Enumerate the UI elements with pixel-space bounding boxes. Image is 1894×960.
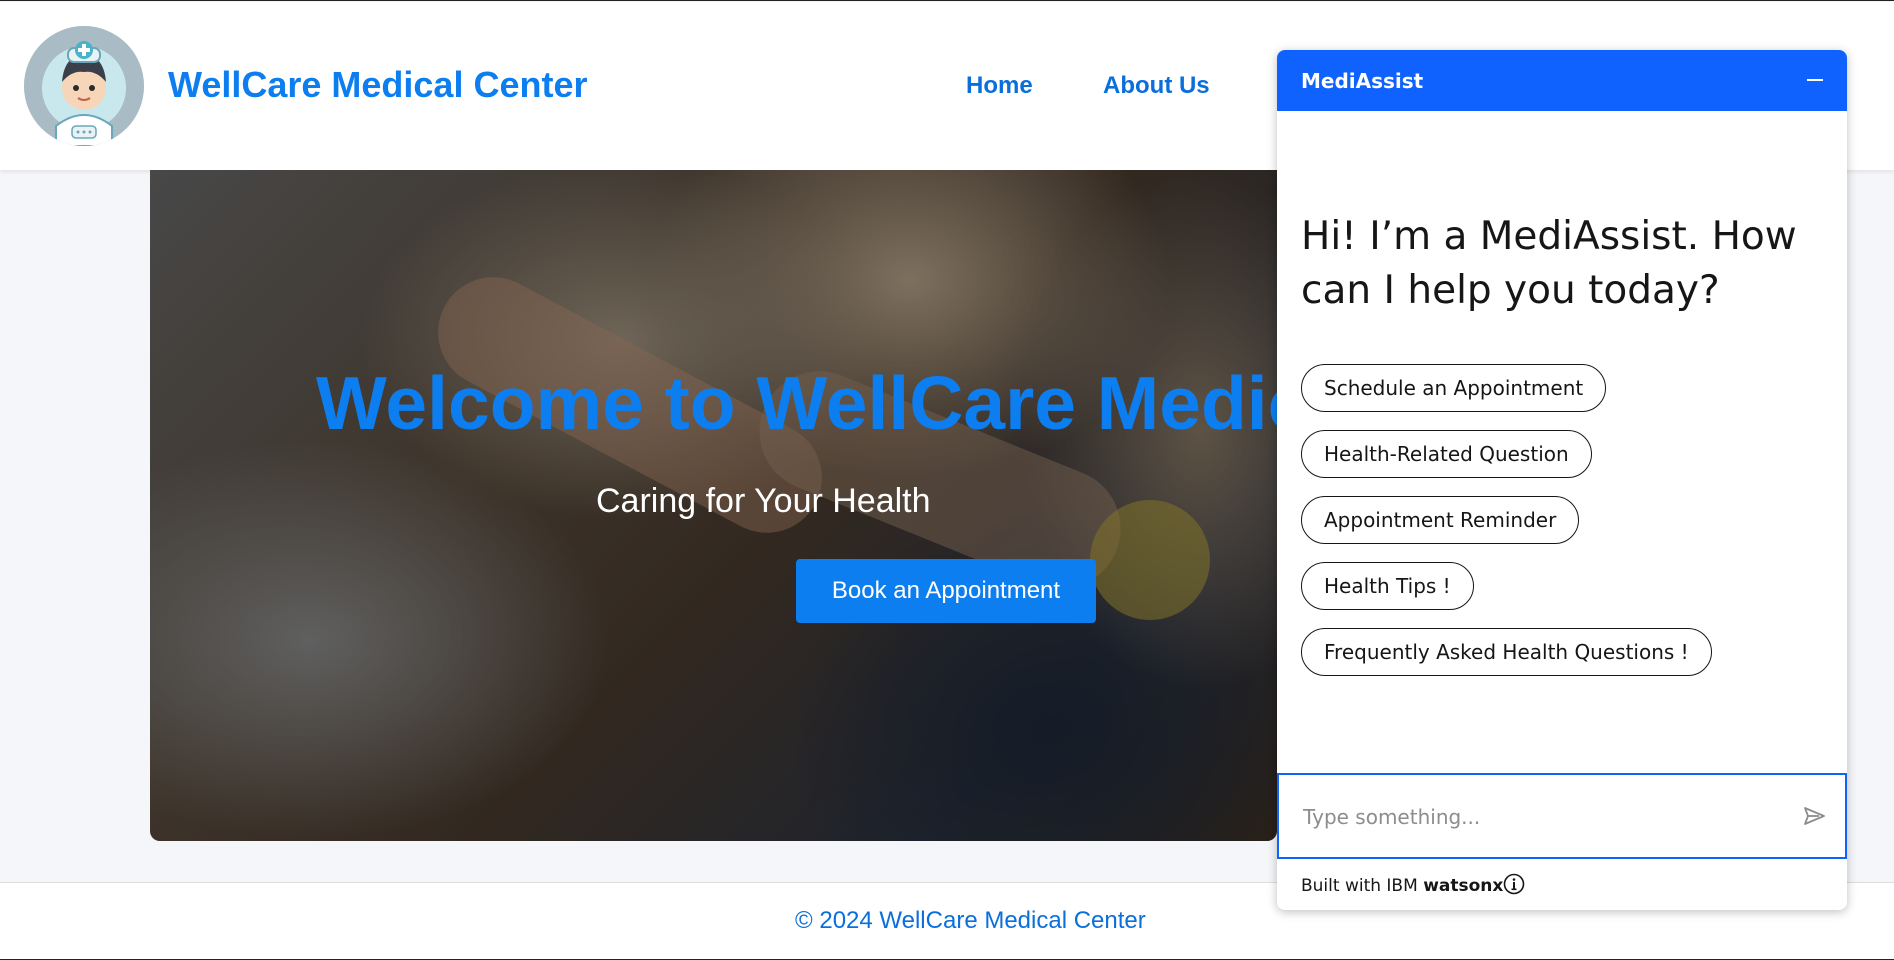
chip-faq[interactable]: Frequently Asked Health Questions ! [1301,628,1712,676]
doctor-avatar-icon[interactable] [24,26,144,146]
hero-banner: Welcome to WellCare Medical Center Carin… [150,170,1277,841]
built-with-text: Built with IBM watsonx [1301,876,1503,896]
site-title: WellCare Medical Center [168,64,588,105]
send-icon[interactable] [1799,801,1829,831]
chat-widget: MediAssist Hi! I’m a MediAssist. How can… [1277,50,1847,910]
chat-title: MediAssist [1301,69,1424,93]
minimize-icon[interactable] [1803,68,1827,92]
nav-home-link[interactable]: Home [966,72,1033,100]
built-with-brand: watsonx [1423,876,1504,896]
chat-header: MediAssist [1277,50,1847,111]
chat-message-input[interactable] [1301,801,1765,833]
hero-subtitle: Caring for Your Health [596,482,931,520]
chip-schedule-appointment[interactable]: Schedule an Appointment [1301,364,1607,412]
chat-quick-replies: Schedule an Appointment Health-Related Q… [1301,364,1712,694]
chip-health-question[interactable]: Health-Related Question [1301,430,1592,478]
chat-input-wrap [1277,773,1847,859]
book-appointment-button[interactable]: Book an Appointment [796,559,1096,623]
nav-about-link[interactable]: About Us [1103,72,1210,100]
chat-greeting: Hi! I’m a MediAssist. How can I help you… [1301,214,1797,313]
info-icon[interactable] [1503,873,1525,895]
footer-copyright: © 2024 WellCare Medical Center [795,907,1146,934]
chip-appointment-reminder[interactable]: Appointment Reminder [1301,496,1580,544]
chip-health-tips[interactable]: Health Tips ! [1301,562,1474,610]
built-with-prefix: Built with IBM [1301,876,1418,896]
hero-title: Welcome to WellCare Medical Center [316,361,1277,445]
